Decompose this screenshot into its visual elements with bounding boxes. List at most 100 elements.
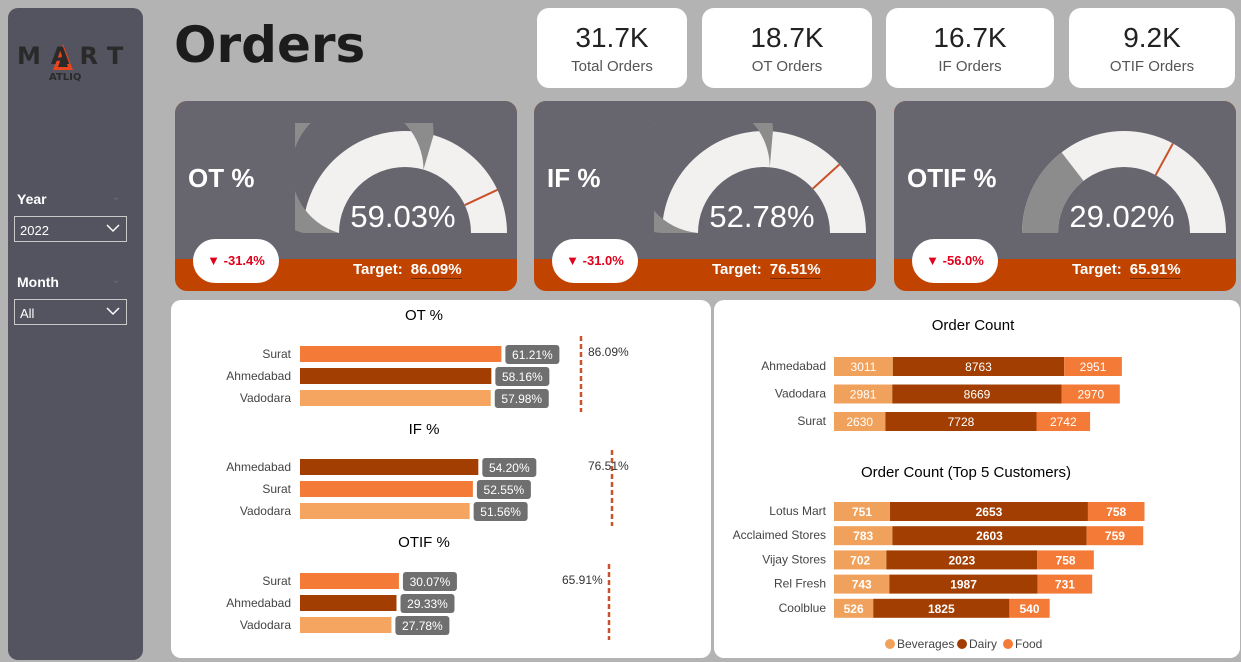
chart-title: OTIF % (398, 534, 450, 551)
legend-marker (1003, 639, 1013, 649)
gauge-ot: 59.03% (295, 123, 507, 234)
gauge-panel-otif: OTIF % 29.02% ▼ -56.0% Target: 65.91% (894, 101, 1236, 291)
change-badge: ▼ -31.4% (193, 239, 279, 283)
target-label: 86.09% (588, 345, 629, 359)
bar (300, 390, 491, 406)
data-label: 526 (844, 602, 864, 616)
category-label: Ahmedabad (226, 369, 291, 383)
gauge-target: Target: 65.91% (1072, 261, 1181, 279)
gauge-target: Target: 76.51% (712, 261, 821, 279)
gauge-panel-ot: OT % 59.03% ▼ -31.4% Target: 86.09% (175, 101, 517, 291)
category-label: Rel Fresh (774, 577, 826, 591)
year-expand-icon[interactable]: ⌄ (112, 192, 120, 203)
category-label: Vadodara (240, 618, 291, 632)
sidebar (8, 8, 143, 660)
month-dropdown[interactable]: All (14, 299, 127, 325)
data-label: 51.56% (480, 505, 521, 519)
target-label: Target: (712, 261, 762, 278)
category-label: Surat (262, 482, 291, 496)
gauge-label: OTIF % (907, 163, 997, 193)
data-label: 758 (1106, 505, 1126, 519)
bar (300, 595, 397, 611)
gauge-label: OT % (188, 163, 255, 193)
gauge-label: IF % (547, 163, 601, 193)
target-label: Target: (353, 261, 403, 278)
data-label: 783 (853, 529, 873, 543)
year-dropdown[interactable]: 2022 (14, 216, 127, 242)
month-dropdown-value: All (20, 306, 35, 321)
data-label: 61.21% (512, 348, 553, 362)
kpi-card-ot-orders: 18.7K OT Orders (702, 8, 872, 88)
bar (300, 346, 502, 362)
chart-title: OT % (405, 307, 443, 324)
gauge-panel-if: IF % 52.78% ▼ -31.0% Target: 76.51% (534, 101, 876, 291)
data-label: 1825 (928, 602, 955, 616)
target-label: Target: (1072, 261, 1122, 278)
category-label: Ahmedabad (226, 460, 291, 474)
target-label: 65.91% (562, 573, 603, 587)
change-badge: ▼ -56.0% (912, 239, 998, 283)
gauge-otif: 29.02% (1022, 131, 1226, 234)
order-count-charts: Order Count Ahmedabad 3011 8763 2951 Vadodara… (733, 317, 1145, 651)
atliq-mart-logo: MART ATLIQ (15, 36, 125, 96)
bar (300, 481, 473, 497)
chart-title: Order Count (932, 317, 1015, 334)
data-label: 751 (852, 505, 872, 519)
change-badge: ▼ -31.0% (552, 239, 638, 283)
gauge-value: 59.03% (350, 199, 455, 234)
kpi-card-total-orders: 31.7K Total Orders (537, 8, 687, 88)
category-label: Surat (262, 574, 291, 588)
change-value: -31.4% (223, 253, 265, 268)
kpi-label: Total Orders (571, 58, 653, 75)
data-label: 29.33% (407, 597, 448, 611)
kpi-value: 18.7K (750, 22, 824, 53)
data-label: 1987 (950, 578, 977, 592)
bar (300, 503, 470, 519)
data-label: 7728 (948, 415, 975, 429)
data-label: 731 (1055, 578, 1075, 592)
chart-title: Order Count (Top 5 Customers) (861, 464, 1071, 481)
data-label: 30.07% (410, 575, 451, 589)
kpi-label: OTIF Orders (1109, 58, 1195, 75)
data-label: 702 (850, 553, 870, 567)
data-label: 2653 (976, 505, 1003, 519)
category-label: Ahmedabad (761, 359, 826, 373)
gauge-value: 52.78% (709, 199, 814, 234)
order-count-panel: Order Count Ahmedabad 3011 8763 2951 Vadodara… (714, 300, 1240, 658)
legend-marker (957, 639, 967, 649)
data-label: 52.55% (484, 483, 525, 497)
data-label: 8669 (964, 388, 991, 402)
data-label: 2023 (948, 553, 975, 567)
category-label: Coolblue (779, 601, 827, 615)
kpi-label: IF Orders (938, 58, 1002, 75)
category-label: Acclaimed Stores (733, 528, 826, 542)
kpi-card-if-orders: 16.7K IF Orders (886, 8, 1054, 88)
month-expand-icon[interactable]: ⌄ (112, 275, 120, 286)
data-label: 54.20% (489, 461, 530, 475)
bar (300, 617, 392, 633)
data-label: 2630 (846, 415, 873, 429)
legend-label: Beverages (897, 637, 954, 651)
data-label: 27.78% (402, 619, 443, 633)
gauge-value: 29.02% (1069, 199, 1174, 234)
target-value: 76.51% (769, 261, 821, 279)
kpi-value: 31.7K (575, 22, 649, 53)
data-label: 3011 (851, 360, 877, 374)
data-label: 2603 (976, 529, 1003, 543)
gauge-target: Target: 86.09% (353, 261, 462, 279)
change-value: -31.0% (582, 253, 624, 268)
chevron-down-icon (106, 221, 120, 238)
data-label: 2981 (850, 388, 877, 402)
bar (300, 368, 492, 384)
down-triangle-icon: ▼ (926, 253, 943, 268)
chevron-down-icon (106, 304, 120, 321)
city-percent-panel: OT % Surat 61.21% Ahmedabad 58.16% Vadodara 57… (171, 300, 713, 658)
data-label: 743 (852, 578, 872, 592)
year-dropdown-value: 2022 (20, 223, 49, 238)
kpi-value: 9.2K (1123, 22, 1181, 53)
target-label: 76.51% (588, 459, 629, 473)
logo-sub: ATLIQ (49, 72, 82, 83)
data-label: 58.16% (502, 370, 543, 384)
city-percent-charts: OT % Surat 61.21% Ahmedabad 58.16% Vadodara 57… (226, 300, 713, 658)
down-triangle-icon: ▼ (207, 253, 224, 268)
